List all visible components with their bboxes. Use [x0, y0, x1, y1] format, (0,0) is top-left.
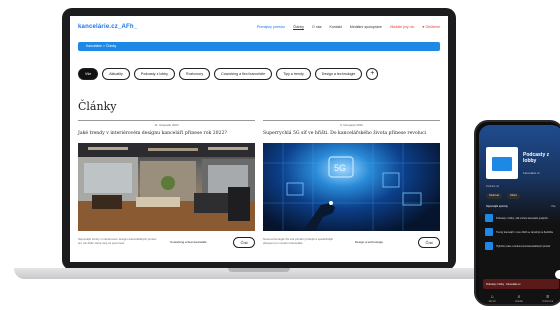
- page-title: Články: [78, 100, 117, 113]
- tab-home[interactable]: ⌂ Domů: [489, 294, 496, 303]
- svg-text:5G: 5G: [334, 163, 346, 173]
- filter-all[interactable]: Vše: [78, 68, 99, 80]
- filter-more-button[interactable]: +: [366, 68, 379, 80]
- nav-item-favorites[interactable]: ♥ Oblíbené: [422, 25, 440, 29]
- breadcrumb[interactable]: Kancelárie > Články: [78, 42, 440, 51]
- article-footer: Nová technologie 5G sítě přináší rychlej…: [263, 235, 440, 249]
- episode-title: Podcasty z lobby: Jak mohou kanceláře po…: [496, 216, 550, 220]
- article-description: Nejnovější trendy v interiérovém designu…: [78, 237, 157, 245]
- site-logo[interactable]: kancelárie.cz_AFh_: [78, 24, 137, 30]
- article-date: 9. listopadu 2022: [263, 120, 440, 128]
- main-nav: Prenájmy priestor Články O nás Kontakt M…: [257, 25, 440, 29]
- episode-item[interactable]: Trendy kanceláří v roce 2022 se zaměřují…: [485, 227, 559, 237]
- episode-item[interactable]: Podcasty z lobby: Jak mohou kanceláře po…: [485, 213, 559, 223]
- episode-thumbnail: [485, 242, 493, 250]
- episode-title: Hybridní práce a budoucnost kancelářskýc…: [496, 244, 551, 248]
- laptop-screen: kancelárie.cz_AFh_ Prenájmy priestor Člá…: [70, 16, 448, 262]
- article-footer: Nejnovější trendy v interiérovém designu…: [78, 235, 255, 249]
- filter-podcasts[interactable]: Podcasty z lobby: [133, 68, 175, 80]
- nav-item-about[interactable]: O nás: [312, 25, 322, 29]
- episodes-see-all-link[interactable]: Vše: [551, 205, 555, 208]
- podcast-author[interactable]: Kancelárie.cz: [523, 171, 540, 175]
- phone-frame: Podcasty z lobby Kancelárie.cz Podcast o…: [474, 120, 560, 306]
- article-title[interactable]: Jaké trendy v interiérovém designu kance…: [78, 131, 255, 143]
- phone-tab-bar: ⌂ Domů ⌕ Hledat ≡ Knihovna: [479, 291, 560, 304]
- episode-title: Trendy kanceláří v roce 2022 se zaměřují…: [496, 230, 554, 234]
- read-button[interactable]: Číst: [233, 236, 255, 248]
- tab-search-label: Hledat: [515, 299, 523, 303]
- read-button[interactable]: Číst: [418, 236, 440, 248]
- filter-coworking[interactable]: Coworking a flexi kanceláře: [214, 68, 273, 80]
- article-card[interactable]: 9. listopadu 2022 Superrychlá 5G síť ve …: [263, 120, 440, 249]
- nav-item-rentals[interactable]: Prenájmy priestor: [257, 25, 285, 29]
- article-tag[interactable]: Coworking a flexi kanceláře: [170, 240, 207, 244]
- article-card[interactable]: 11. listopadu 2022 Jaké trendy v interié…: [78, 120, 255, 249]
- category-filters: Vše Aktuality Podcasty z lobby Rozhovory…: [78, 68, 379, 80]
- mockup-stage: kancelárie.cz_AFh_ Prenájmy priestor Člá…: [0, 0, 560, 310]
- filter-interviews[interactable]: Rozhovory: [178, 68, 211, 80]
- filter-news[interactable]: Aktuality: [102, 68, 130, 80]
- tab-library[interactable]: ≡ Knihovna: [542, 294, 553, 303]
- tab-library-label: Knihovna: [542, 299, 554, 303]
- tab-search[interactable]: ⌕ Hledat: [515, 294, 523, 303]
- article-description: Nová technologie 5G sítě přináší rychlej…: [263, 237, 333, 245]
- now-playing-bar[interactable]: Podcasty z lobby · Kancelárie.cz: [483, 279, 559, 289]
- share-button[interactable]: Sdílet: [507, 193, 520, 199]
- article-date: 11. listopadu 2022: [78, 120, 255, 128]
- office-interior-illustration: [78, 143, 255, 231]
- podcast-cover[interactable]: [486, 147, 518, 179]
- filter-design[interactable]: Design a technologie: [314, 68, 363, 80]
- episode-thumbnail: [485, 214, 493, 222]
- site-header: kancelárie.cz_AFh_ Prenájmy priestor Člá…: [70, 16, 448, 38]
- podcast-title: Podcasty z lobby: [523, 152, 550, 164]
- phone-screen: Podcasty z lobby Kancelárie.cz Podcast o…: [479, 125, 560, 304]
- filter-tips[interactable]: Tipy a trendy: [276, 68, 311, 80]
- podcast-about-label: Podcast od: [486, 185, 499, 188]
- nav-item-contact[interactable]: Kontakt: [330, 25, 342, 29]
- nav-item-other[interactable]: Hledáte jiný nic: [390, 25, 414, 29]
- podcast-cover-art: [492, 157, 512, 171]
- laptop-notch: [228, 268, 290, 272]
- nav-item-articles[interactable]: Články: [293, 25, 304, 29]
- now-playing-title: Podcasty z lobby · Kancelárie.cz: [486, 282, 521, 286]
- article-image-office-interior[interactable]: [78, 143, 255, 231]
- follow-button[interactable]: Sledovat: [486, 193, 503, 199]
- episodes-heading: Nejnovější epizody: [486, 205, 508, 208]
- article-title[interactable]: Superrychlá 5G síť ve hřišti. Do kancelá…: [263, 131, 440, 143]
- article-image-5g-network[interactable]: 5G: [263, 143, 440, 231]
- episode-item[interactable]: Hybridní práce a budoucnost kancelářskýc…: [485, 241, 559, 251]
- article-tag[interactable]: Design a technologie: [355, 240, 383, 244]
- nav-item-media[interactable]: Mediální spolupráce: [350, 25, 382, 29]
- play-icon[interactable]: [555, 270, 560, 279]
- tab-home-label: Domů: [488, 299, 496, 303]
- 5g-network-illustration: 5G: [263, 143, 440, 231]
- episode-thumbnail: [485, 228, 493, 236]
